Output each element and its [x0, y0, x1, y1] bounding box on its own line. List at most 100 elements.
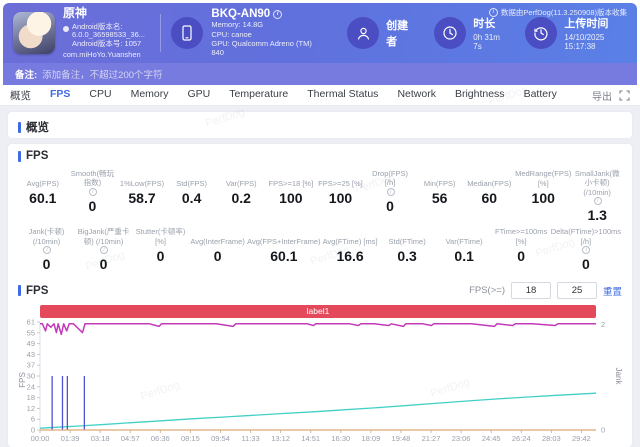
svg-text:6: 6	[31, 415, 35, 424]
metric-value: 0	[99, 255, 108, 272]
note-placeholder: 添加备注，不超过200个字符	[42, 70, 163, 81]
info-icon[interactable]: i	[593, 197, 602, 206]
metric-cell: MedRange(FPS)[%] 100	[514, 169, 572, 223]
device-name: BKQ-AN90	[211, 8, 271, 21]
metric-label: SmallJank(微小卡顿) (/10min) i	[574, 169, 620, 206]
svg-text:16:30: 16:30	[331, 434, 350, 443]
tab-概览[interactable]: 概览	[10, 88, 31, 103]
metric-cell: FPS>=18 [%] 100	[266, 169, 316, 223]
device-memory: Memory: 14.8G	[211, 20, 264, 30]
series-FPS	[40, 322, 596, 336]
metric-label: MedRange(FPS)[%]	[515, 169, 572, 188]
tab-GPU[interactable]: GPU	[188, 88, 211, 103]
svg-text:00:00: 00:00	[31, 434, 50, 443]
clock-icon	[434, 17, 467, 49]
metric-cell: Std(FTime) 0.3	[379, 227, 436, 272]
android-icon	[63, 25, 69, 32]
svg-text:14:51: 14:51	[301, 434, 320, 443]
app-icon-genshin	[13, 11, 55, 54]
tab-FPS[interactable]: FPS	[50, 88, 70, 103]
metric-cell: Min(FPS) 56	[415, 169, 465, 223]
metric-value: 16.6	[336, 248, 364, 265]
metric-label: Std(FTime)	[388, 236, 426, 246]
info-icon[interactable]: i	[386, 187, 395, 196]
user-icon	[347, 17, 380, 49]
metric-cell: Smooth(畅玩指数) i 0	[68, 169, 118, 223]
metric-value: 1.3	[587, 207, 607, 224]
section-accent-bar	[18, 150, 21, 162]
metric-cell: BigJank(严重卡顿) (/10min) i 0	[75, 227, 132, 272]
metric-value: 60	[481, 190, 498, 206]
metric-value: 56	[431, 190, 448, 206]
svg-text:18:09: 18:09	[361, 434, 380, 443]
tab-Memory[interactable]: Memory	[131, 88, 169, 103]
note-input[interactable]: 备注: 添加备注，不超过200个字符	[3, 63, 637, 85]
creator-label: 创建者	[386, 20, 409, 48]
threshold-high-input[interactable]	[556, 282, 597, 300]
metric-cell: Avg(FTime) [ms] 16.6	[322, 227, 379, 272]
metric-cell: 1%Low(FPS) 58.7	[117, 169, 167, 223]
metric-label: Std(FPS)	[176, 178, 208, 188]
metric-cell: FPS>=25 [%] 100	[316, 169, 366, 223]
device-info-icon[interactable]: i	[273, 9, 283, 19]
metric-label: FPS>=25 [%]	[318, 178, 363, 188]
metric-cell: Drop(FPS) [/h] i 0	[365, 169, 415, 223]
metric-value: 0	[581, 255, 590, 272]
tab-Temperature[interactable]: Temperature	[229, 88, 288, 103]
svg-text:Jank: Jank	[614, 367, 622, 385]
fps-chart[interactable]: 6155 49 43 3730 24 18 12 6 0 FPS 00:00 01:39 03:18 04…	[18, 318, 622, 446]
metric-label: Avg(FPS)	[26, 178, 59, 188]
tabs-bar: 概览 FPS CPU Memory GPU Temperature Thermal Stat…	[0, 85, 640, 106]
svg-text:06:36: 06:36	[151, 434, 170, 443]
tab-Thermal Status[interactable]: Thermal Status	[307, 88, 378, 103]
metric-value: 0	[156, 248, 165, 265]
series-InterFrame	[39, 392, 597, 429]
fps-chart-title: FPS	[26, 284, 49, 297]
svg-text:18: 18	[27, 393, 35, 402]
metric-value: 0.3	[397, 248, 417, 265]
perfdog-report-page: 原神 Android版本名: 6.0.0_36598533_36... Andr…	[0, 0, 640, 447]
threshold-low-input[interactable]	[510, 282, 551, 300]
export-button[interactable]: 导出	[592, 88, 612, 103]
info-icon[interactable]: i	[582, 245, 591, 254]
fps-section: FPS Avg(FPS) 6 0.1 Smooth(畅玩指数) i 0 1%Low(FPS)…	[8, 144, 632, 447]
metric-label: 1%Low(FPS)	[119, 178, 165, 188]
svg-text:04:57: 04:57	[121, 434, 140, 443]
metric-cell: SmallJank(微小卡顿) (/10min) i 1.3	[572, 169, 622, 223]
metric-value: 0	[386, 197, 394, 214]
metric-value: 0	[213, 248, 222, 265]
svg-text:FPS: FPS	[18, 372, 27, 388]
svg-text:61: 61	[27, 318, 35, 327]
svg-text:12: 12	[27, 404, 35, 413]
info-icon[interactable]: i	[88, 187, 97, 196]
metric-value: 0.1	[454, 248, 474, 265]
perfdog-version-note: i 数据由PerfDog(11.3.250908)版本收集	[488, 7, 627, 18]
note-label: 备注:	[15, 70, 38, 81]
svg-text:08:15: 08:15	[181, 434, 200, 443]
svg-text:09:54: 09:54	[211, 434, 230, 443]
metric-cell: Std(FPS) 0.4	[167, 169, 217, 223]
header-divider	[160, 14, 162, 52]
info-icon[interactable]: i	[100, 245, 109, 254]
device-cpu: CPU: canoe	[211, 29, 252, 39]
svg-text:03:18: 03:18	[91, 434, 110, 443]
svg-text:01:39: 01:39	[61, 434, 80, 443]
phone-icon	[171, 17, 204, 49]
section-accent-bar	[18, 285, 21, 297]
metric-label: Delta(FTime)>100ms [/h] i	[550, 227, 622, 254]
svg-text:11:33: 11:33	[241, 434, 259, 443]
fullscreen-icon[interactable]	[619, 89, 630, 101]
metric-label: Stutter(卡顿率) [%]	[135, 227, 186, 246]
tabs-list: 概览 FPS CPU Memory GPU Temperature Thermal Stat…	[10, 88, 557, 103]
tab-Battery[interactable]: Battery	[524, 88, 557, 103]
metric-label: FPS>=18 [%]	[268, 178, 314, 188]
tab-Brightness[interactable]: Brightness	[455, 88, 505, 103]
tab-Network[interactable]: Network	[397, 88, 436, 103]
info-icon[interactable]: i	[43, 245, 52, 254]
app-package: com.miHoYo.Yuanshen	[63, 49, 141, 59]
creator-block: 创建者	[347, 17, 412, 49]
tab-CPU[interactable]: CPU	[89, 88, 111, 103]
reset-link[interactable]: 重置	[603, 284, 622, 298]
metric-label: FTime>=100ms [%]	[495, 227, 548, 246]
app-name: 原神	[63, 5, 88, 20]
